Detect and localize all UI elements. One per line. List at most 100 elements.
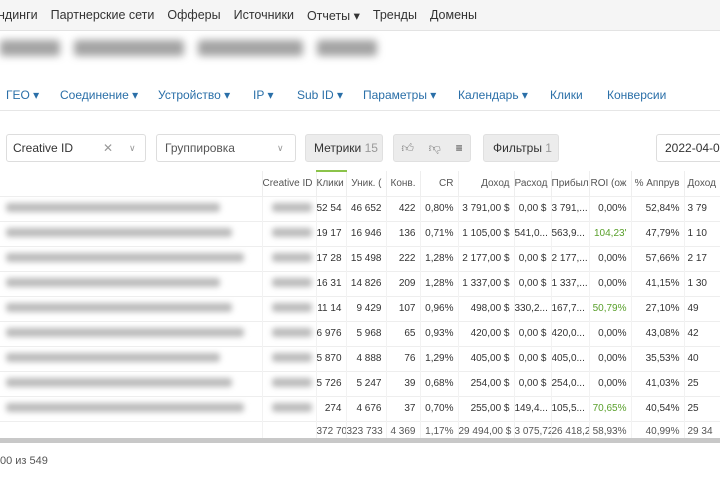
table-row[interactable]: 19 17 16 946 136 0,71% 1 105,00 $541,0... 563… xyxy=(0,220,720,246)
table-row[interactable]: 16 31 14 826 209 1,28% 1 337,00 $0,00 $1 337… xyxy=(0,270,720,296)
cell: 420,0... xyxy=(551,320,590,346)
table-row[interactable]: 274 4 676 37 0,70% 255,00 $149,4... 105,5... 7… xyxy=(0,395,720,421)
filters-button[interactable]: Фильтры 1 xyxy=(483,134,559,162)
pagination-info: 00 из 549 xyxy=(0,455,48,467)
col-cr[interactable]: CR xyxy=(420,171,459,196)
row-name-blurred xyxy=(0,370,263,396)
list-icon[interactable]: ≡ xyxy=(456,141,463,155)
grouping-value: Creative ID xyxy=(13,141,74,155)
creative-id-blurred xyxy=(262,320,317,346)
cell: 2 177,... xyxy=(551,245,590,271)
table-row[interactable]: 52 54 46 652 422 0,80% 3 791,00 $0,00 $3 791… xyxy=(0,195,720,221)
cell: 0,71% xyxy=(420,220,459,246)
cell: 0,00 $ xyxy=(514,195,552,221)
cell: 1 105,00 $ xyxy=(458,220,515,246)
cell: 0,00% xyxy=(589,345,632,371)
table-row[interactable]: 11 14 9 429 107 0,96% 498,00 $330,2... 167,7.… xyxy=(0,295,720,321)
table-row[interactable]: 17 28 15 498 222 1,28% 2 177,00 $0,00 $2 177… xyxy=(0,245,720,271)
date-range-input[interactable]: 2022-04-01 xyxy=(656,134,720,162)
creative-id-blurred xyxy=(262,220,317,246)
metrics-button[interactable]: Метрики 15 xyxy=(305,134,383,162)
cell: 43,08% xyxy=(631,320,685,346)
cell: 41,03% xyxy=(631,370,685,396)
nav-sources[interactable]: Источники xyxy=(234,8,294,22)
grouping-select-2[interactable]: Группировка ∨ xyxy=(156,134,296,162)
cell: 105,5... xyxy=(551,395,590,421)
cell: 0,00 $ xyxy=(514,345,552,371)
nav-domains[interactable]: Домены xyxy=(430,8,477,22)
cell: 49 xyxy=(684,295,720,321)
cell: 3 791,00 $ xyxy=(458,195,515,221)
tab-subid[interactable]: Sub ID ▾ xyxy=(297,88,343,102)
metrics-label: Метрики xyxy=(314,141,362,155)
grouping-select-1[interactable]: Creative ID ✕ ∨ xyxy=(6,134,146,162)
thumbs-down-icon[interactable]: 👎︎ xyxy=(429,141,441,156)
tab-geo[interactable]: ГЕО ▾ xyxy=(6,88,39,102)
cell: 11 14 xyxy=(316,295,347,321)
col-roi[interactable]: ROI (ож xyxy=(589,171,632,196)
col-clicks[interactable]: Клики xyxy=(316,170,347,196)
view-toggle-group: 👍︎ 👎︎ ≡ xyxy=(393,134,471,162)
col-creative-id[interactable]: Creative ID xyxy=(262,171,317,196)
filters-count: 1 xyxy=(545,141,552,155)
col-profit[interactable]: Прибыль xyxy=(551,171,590,196)
cell: 0,96% xyxy=(420,295,459,321)
horizontal-scrollbar[interactable] xyxy=(0,438,720,443)
table-row[interactable]: 5 726 5 247 39 0,68% 254,00 $0,00 $254,0... 0… xyxy=(0,370,720,396)
table-row[interactable]: 6 976 5 968 65 0,93% 420,00 $0,00 $420,0... 0… xyxy=(0,320,720,346)
cell: 0,93% xyxy=(420,320,459,346)
tab-device[interactable]: Устройство ▾ xyxy=(158,88,230,102)
col-cost[interactable]: Расход xyxy=(514,171,552,196)
cell: 0,68% xyxy=(420,370,459,396)
tab-ip[interactable]: IP ▾ xyxy=(253,88,273,102)
cell: 1 10 xyxy=(684,220,720,246)
cell: 15 498 xyxy=(346,245,387,271)
cell: 107 xyxy=(386,295,421,321)
cell: 104,23' xyxy=(589,220,632,246)
cell: 0,00 $ xyxy=(514,370,552,396)
cell: 16 946 xyxy=(346,220,387,246)
cell: 422 xyxy=(386,195,421,221)
creative-id-blurred xyxy=(262,395,317,421)
cell: 6 976 xyxy=(316,320,347,346)
tab-clicks[interactable]: Клики xyxy=(550,88,583,102)
cell: 1,28% xyxy=(420,245,459,271)
tab-parameters[interactable]: Параметры ▾ xyxy=(363,88,436,102)
cell: 37 xyxy=(386,395,421,421)
cell: 42 xyxy=(684,320,720,346)
col-conversions[interactable]: Конв. xyxy=(386,171,421,196)
tab-connection[interactable]: Соединение ▾ xyxy=(60,88,138,102)
cell: 47,79% xyxy=(631,220,685,246)
cell: 405,00 $ xyxy=(458,345,515,371)
col-revenue[interactable]: Доход xyxy=(458,171,515,196)
cell: 0,00% xyxy=(589,245,632,271)
cell: 405,0... xyxy=(551,345,590,371)
nav-landings[interactable]: ндинги xyxy=(0,8,38,22)
top-nav: ндинги Партнерские сети Офферы Источники… xyxy=(0,0,720,31)
cell: 57,66% xyxy=(631,245,685,271)
cell: 5 968 xyxy=(346,320,387,346)
col-approve[interactable]: % Аппрув xyxy=(631,171,685,196)
nav-affiliate-networks[interactable]: Партнерские сети xyxy=(51,8,155,22)
cell: 149,4... xyxy=(514,395,552,421)
cell: 420,00 $ xyxy=(458,320,515,346)
cell: 35,53% xyxy=(631,345,685,371)
table-row[interactable]: 5 870 4 888 76 1,29% 405,00 $0,00 $405,0... 0… xyxy=(0,345,720,371)
tab-calendar[interactable]: Календарь ▾ xyxy=(458,88,528,102)
cell: 1,28% xyxy=(420,270,459,296)
cell: 209 xyxy=(386,270,421,296)
nav-trends[interactable]: Тренды xyxy=(373,8,417,22)
cell: 0,80% xyxy=(420,195,459,221)
cell: 52,84% xyxy=(631,195,685,221)
col-unique[interactable]: Уник. ( xyxy=(346,171,387,196)
nav-offers[interactable]: Офферы xyxy=(167,8,220,22)
tab-conversions[interactable]: Конверсии xyxy=(607,88,666,102)
creative-id-blurred xyxy=(262,370,317,396)
col-revenue-2[interactable]: Доход xyxy=(684,171,720,196)
clear-icon[interactable]: ✕ xyxy=(103,141,113,155)
nav-reports[interactable]: Отчеты ▾ xyxy=(307,8,360,23)
thumbs-up-icon[interactable]: 👍︎ xyxy=(401,141,414,156)
cell: 41,15% xyxy=(631,270,685,296)
grouping-placeholder: Группировка xyxy=(165,141,235,155)
date-value: 2022-04-01 xyxy=(665,141,720,155)
